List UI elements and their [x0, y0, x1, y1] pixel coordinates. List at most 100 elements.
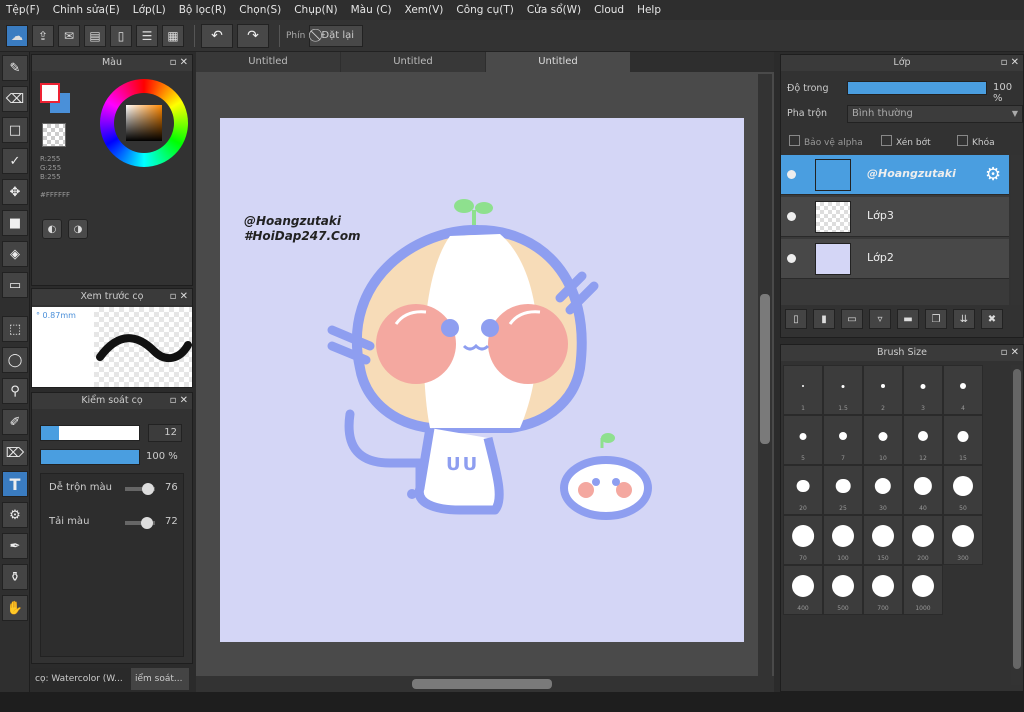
canvas-horizontal-scroll-thumb[interactable] [412, 679, 552, 689]
brush-size-cell[interactable]: 10 [863, 415, 903, 465]
panel-controls-icon[interactable]: ▫ ✕ [170, 289, 188, 305]
canvas-vertical-scrollbar[interactable] [758, 74, 772, 676]
rect-select-tool-icon[interactable]: □ [2, 117, 28, 143]
brush-size-cell[interactable]: 12 [903, 415, 943, 465]
brush-size-cell[interactable]: 300 [943, 515, 983, 565]
layer-list-scrollbar[interactable] [1011, 155, 1023, 305]
brush-size-cell[interactable]: 400 [783, 565, 823, 615]
brush-size-cell[interactable]: 100 [823, 515, 863, 565]
menu-window[interactable]: Cửa sổ(W) [527, 4, 581, 16]
select-eraser-tool-icon[interactable]: ⌦ [2, 440, 28, 466]
menu-select[interactable]: Chọn(S) [239, 4, 281, 16]
menu-file[interactable]: Tệp(F) [6, 4, 40, 16]
layer-item-hoangzutaki[interactable]: @Hoangzutaki ⚙ [781, 155, 1009, 195]
transparent-color-swatch[interactable] [42, 123, 66, 147]
tab-document-1[interactable]: Untitled [196, 52, 340, 72]
color-wheel[interactable] [100, 79, 188, 167]
menu-color[interactable]: Màu (C) [351, 4, 392, 16]
layer-opacity-slider[interactable] [847, 81, 987, 95]
duplicate-layer-icon[interactable]: ❐ [925, 309, 947, 329]
fill-tool-icon[interactable]: ◈ [2, 241, 28, 267]
tab-brush-watercolor[interactable]: cọ: Watercolor (W... [31, 668, 131, 690]
brush-tool-icon[interactable]: ✎ [2, 55, 28, 81]
brush-size-cell[interactable]: 7 [823, 415, 863, 465]
lock-checkbox[interactable]: Khóa [957, 135, 995, 148]
canvas-vertical-scroll-thumb[interactable] [760, 294, 770, 444]
brush-size-cell[interactable]: 15 [943, 415, 983, 465]
brush-size-cell[interactable]: 50 [943, 465, 983, 515]
eraser-tool-icon[interactable]: ⌫ [2, 86, 28, 112]
layer-item-lop2[interactable]: Lớp2 [781, 239, 1009, 279]
brush-size-cell[interactable]: 700 [863, 565, 903, 615]
brush-size-cell[interactable]: 40 [903, 465, 943, 515]
color-set-icon[interactable]: ◑ [68, 219, 88, 239]
folder-icon[interactable]: ▬ [897, 309, 919, 329]
visibility-eye-icon[interactable] [787, 254, 796, 263]
brush-size-cell[interactable]: 1.5 [823, 365, 863, 415]
page-icon[interactable]: ▯ [110, 24, 132, 47]
text-tool-icon[interactable]: T [2, 471, 28, 497]
new-8bit-layer-icon[interactable]: ▮ [813, 309, 835, 329]
panel-controls-icon[interactable]: ▫ ✕ [170, 393, 188, 409]
comment-icon[interactable]: ✉ [58, 24, 80, 47]
export-icon[interactable]: ⇪ [32, 24, 54, 47]
menu-edit[interactable]: Chỉnh sửa(E) [53, 4, 120, 16]
brush-size-cell[interactable]: 30 [863, 465, 903, 515]
merge-layer-icon[interactable]: ⇊ [953, 309, 975, 329]
pen-tool-icon[interactable]: ✒ [2, 533, 28, 559]
brush-size-cell[interactable]: 1 [783, 365, 823, 415]
cloud-icon[interactable]: ☁ [6, 24, 28, 47]
panel-controls-icon[interactable]: ▫ ✕ [1001, 345, 1019, 361]
mix-slider-knob[interactable] [141, 483, 154, 495]
brush-size-cell[interactable]: 200 [903, 515, 943, 565]
brush-opacity-slider[interactable] [40, 449, 140, 465]
menu-layer[interactable]: Lớp(L) [133, 4, 166, 16]
gradient-tool-icon[interactable]: ▭ [2, 272, 28, 298]
menu-filter[interactable]: Bộ lọc(R) [179, 4, 227, 16]
brush-size-cell[interactable]: 20 [783, 465, 823, 515]
protect-alpha-checkbox[interactable]: Bảo vệ alpha [789, 135, 863, 148]
hand-tool-icon[interactable]: ✋ [2, 595, 28, 621]
delete-layer-icon[interactable]: ✖ [981, 309, 1003, 329]
canvas-horizontal-scrollbar[interactable] [196, 676, 774, 692]
brush-size-cell[interactable]: 70 [783, 515, 823, 565]
brush-size-cell[interactable]: 25 [823, 465, 863, 515]
brush-size-cell[interactable]: 2 [863, 365, 903, 415]
mix-slider[interactable] [125, 483, 155, 495]
visibility-eye-icon[interactable] [787, 212, 796, 221]
new-layer-icon[interactable]: ▯ [785, 309, 807, 329]
load-slider-knob[interactable] [140, 517, 153, 529]
brush-size-scroll-thumb[interactable] [1013, 369, 1021, 669]
menu-view[interactable]: Xem(V) [405, 4, 444, 16]
marquee-tool-icon[interactable]: ⬚ [2, 316, 28, 342]
redo-button[interactable]: ↷ [237, 23, 269, 48]
lasso-tool-icon[interactable]: ◯ [2, 347, 28, 373]
tab-brush-control[interactable]: iểm soát... [131, 668, 189, 690]
panel-icon[interactable]: ▤ [84, 24, 106, 47]
undo-button[interactable]: ↶ [201, 23, 233, 48]
select-pen-tool-icon[interactable]: ✐ [2, 409, 28, 435]
brush-size-cell[interactable]: 4 [943, 365, 983, 415]
add-layer-menu-icon[interactable]: ▿ [869, 309, 891, 329]
eyedropper-tool-icon[interactable]: ⚱ [2, 564, 28, 590]
brush-size-cell[interactable]: 150 [863, 515, 903, 565]
magic-wand-tool-icon[interactable]: ⚲ [2, 378, 28, 404]
gear-icon[interactable]: ⚙ [985, 164, 1001, 185]
palette-icon[interactable]: ◐ [42, 219, 62, 239]
list-icon[interactable]: ☰ [136, 24, 158, 47]
tab-document-3[interactable]: Untitled [486, 52, 630, 72]
brush-size-field[interactable]: 12 [148, 424, 182, 442]
layer-item-lop3[interactable]: Lớp3 [781, 197, 1009, 237]
saturation-value-square[interactable] [126, 105, 162, 141]
brush-size-cell[interactable]: 5 [783, 415, 823, 465]
drawing-canvas[interactable]: @Hoangzutaki #HoiDap247.Com UU [220, 118, 744, 642]
menu-help[interactable]: Help [637, 4, 661, 16]
brush-size-cell[interactable]: 3 [903, 365, 943, 415]
shape-tool-icon[interactable]: ■ [2, 210, 28, 236]
menu-capture[interactable]: Chụp(N) [294, 4, 337, 16]
clipping-checkbox[interactable]: Xén bớt [881, 135, 931, 148]
menu-cloud[interactable]: Cloud [594, 4, 624, 16]
brush-size-cell[interactable]: 500 [823, 565, 863, 615]
menu-tools[interactable]: Công cụ(T) [456, 4, 513, 16]
visibility-eye-icon[interactable] [787, 170, 796, 179]
